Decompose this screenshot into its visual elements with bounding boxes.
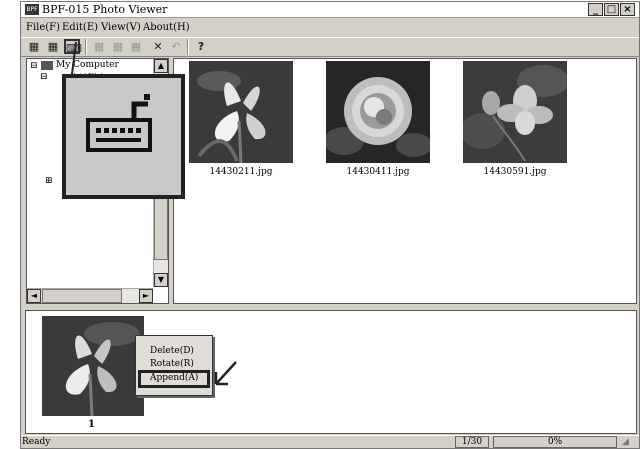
context-menu-delete[interactable]: Delete(D) (150, 346, 194, 356)
grid-dim-icon-2[interactable]: ▦ (110, 39, 126, 54)
window-title: BPF-015 Photo Viewer (42, 3, 168, 16)
thumbnail-2[interactable] (326, 61, 430, 163)
status-text: Ready (22, 437, 51, 447)
iris-flower-photo (42, 316, 144, 416)
delete-x-icon[interactable]: ✕ (150, 39, 166, 54)
computer-icon (41, 61, 53, 70)
strip-index-label: 1 (88, 419, 95, 430)
context-menu-rotate[interactable]: Rotate(R) (150, 359, 194, 369)
thumbnail-3[interactable] (463, 61, 567, 163)
help-icon[interactable]: ? (193, 39, 209, 54)
maximize-button[interactable]: □ (604, 3, 619, 16)
keyboard-icon (86, 94, 152, 152)
tree-expander-icon[interactable]: ⊞ (45, 176, 53, 186)
context-menu-append[interactable]: Append(A) (150, 373, 198, 383)
camera-icon[interactable]: ▦ (26, 39, 42, 54)
thumbnail-3-filename: 14430591.jpg (483, 167, 547, 177)
pointer-arrow-icon (214, 361, 237, 386)
undo-icon[interactable]: ↶ (168, 39, 184, 54)
scroll-left-button[interactable]: ◄ (27, 289, 41, 303)
scroll-down-button[interactable]: ▼ (154, 273, 168, 287)
menu-about[interactable]: About(H) (143, 22, 190, 33)
strip-thumbnail-1[interactable] (42, 316, 144, 416)
menu-edit[interactable]: Edit(E) (62, 22, 98, 33)
keyboard-zoom-callout (62, 74, 185, 199)
thumbnail-2-filename: 14430411.jpg (346, 167, 410, 177)
thumbnail-1[interactable] (189, 61, 293, 163)
app-icon: BPF (25, 4, 39, 15)
camera-alt-icon[interactable]: ▦ (45, 39, 61, 54)
callout-connector (71, 42, 77, 75)
status-page-counter: 1/30 (455, 436, 489, 448)
orchid-flower-photo (463, 61, 567, 163)
tree-expander-icon[interactable]: ⊟ (40, 72, 48, 82)
menu-file[interactable]: File(F) (26, 22, 60, 33)
menu-view[interactable]: View(V) (101, 22, 141, 33)
grid-dim-icon-1[interactable]: ▦ (91, 39, 107, 54)
scroll-thumb[interactable] (42, 289, 122, 303)
toolbar-separator (187, 39, 189, 55)
close-button[interactable]: × (620, 3, 635, 16)
thumbnail-1-filename: 14430211.jpg (209, 167, 273, 177)
status-progress: 0% (493, 436, 617, 448)
resize-grip-icon[interactable]: ◢ (622, 437, 629, 447)
peony-flower-photo (326, 61, 430, 163)
grid-dim-icon-3[interactable]: ▦ (128, 39, 144, 54)
scroll-up-button[interactable]: ▲ (154, 59, 168, 73)
scroll-right-button[interactable]: ► (139, 289, 153, 303)
minimize-button[interactable]: _ (588, 3, 603, 16)
tree-expander-icon[interactable]: ⊟ (30, 61, 38, 71)
iris-flower-photo (189, 61, 293, 163)
